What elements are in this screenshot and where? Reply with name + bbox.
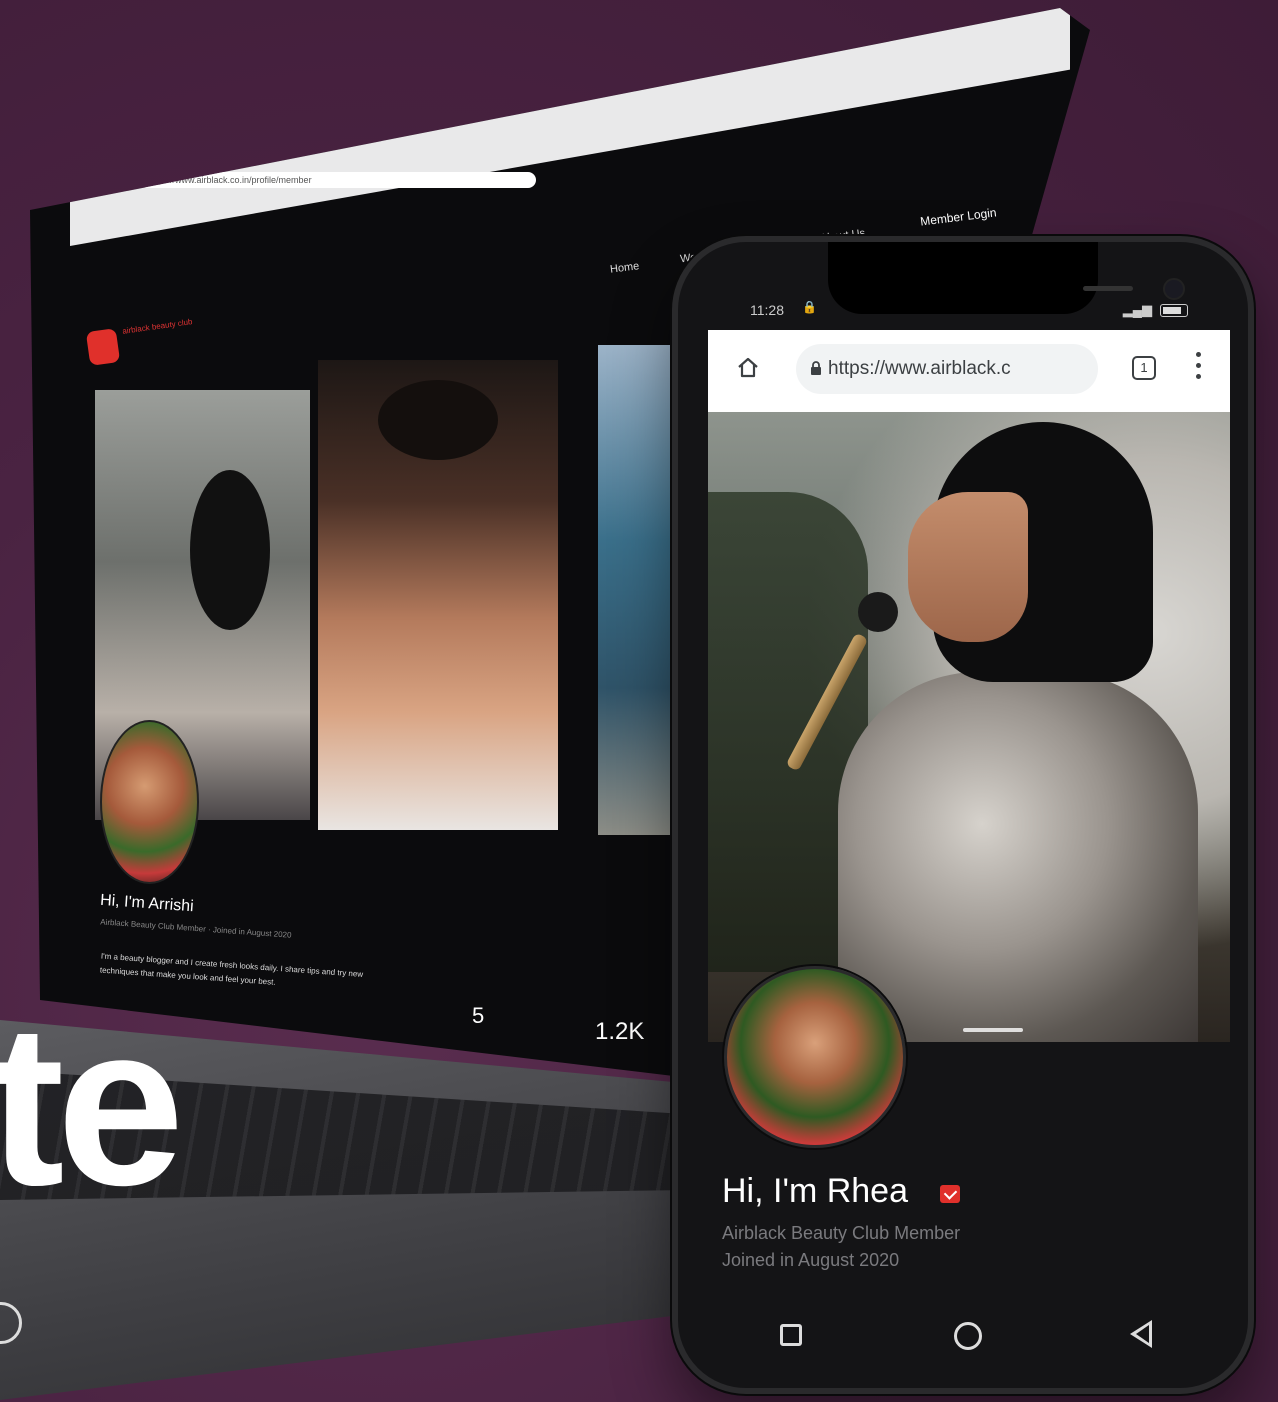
home-button-icon[interactable] [954, 1322, 982, 1350]
home-icon[interactable] [736, 356, 760, 380]
mobile-url-bar[interactable]: https://www.airblack.c [796, 344, 1098, 394]
android-nav-bar [708, 1310, 1230, 1370]
tabs-count-icon[interactable]: 1 [1132, 356, 1156, 380]
carousel-indicator[interactable] [963, 1028, 1023, 1032]
mobile-url-text: https://www.airblack.c [828, 358, 1011, 379]
profile-stat-followers: 1.2K [595, 1018, 645, 1045]
headline-fragment: te [0, 976, 184, 1233]
signal-icon: ▂▄▆ [1122, 302, 1152, 317]
verified-badge-icon [940, 1185, 960, 1203]
profile-stat-count: 5 [472, 1003, 485, 1028]
lock-status-icon: 🔒 [802, 300, 817, 314]
gallery-photo-2[interactable] [318, 360, 558, 830]
laptop-browser-chrome: ☆ [70, 8, 1070, 246]
front-camera-icon [1163, 278, 1185, 300]
member-label: Airblack Beauty Club Member [722, 1223, 961, 1243]
battery-icon [1160, 304, 1188, 317]
status-time: 11:28 [750, 302, 784, 318]
browser-tab[interactable]: 4 Imp [44, 140, 72, 152]
photo-subject [378, 380, 498, 460]
mobile-browser-toolbar: https://www.airblack.c 1 [708, 330, 1230, 412]
photo-brush-head [858, 592, 898, 632]
mobile-profile-avatar[interactable] [724, 966, 906, 1148]
photo-face [908, 492, 1028, 642]
member-login-link[interactable]: Member Login [919, 205, 997, 228]
phone-mockup: 11:28 🔒 ▂▄▆ https://www.airblack.c 1 Hi,… [672, 236, 1254, 1394]
back-button-icon[interactable] [1130, 1320, 1152, 1348]
recent-apps-icon[interactable] [780, 1324, 802, 1346]
mobile-hero-photo[interactable] [708, 412, 1230, 1042]
airblack-logo-icon[interactable] [85, 328, 121, 366]
speaker-grille [1083, 286, 1133, 291]
phone-notch [828, 242, 1185, 314]
photo-subject [190, 470, 270, 630]
mobile-profile-meta: Airblack Beauty Club Member Joined in Au… [722, 1220, 960, 1274]
more-options-icon[interactable] [1196, 352, 1202, 382]
nav-home-link[interactable]: Home [609, 260, 640, 275]
lock-icon [811, 361, 821, 375]
laptop-profile-avatar[interactable] [100, 720, 199, 884]
photo-dress [838, 672, 1198, 1042]
mobile-profile-name: Hi, I'm Rhea [722, 1172, 908, 1210]
joined-date: Joined in August 2020 [722, 1250, 900, 1270]
laptop-url-bar[interactable]: https://www.airblack.co.in/profile/membe… [140, 172, 536, 188]
logo-text: airblack beauty club [121, 317, 194, 336]
